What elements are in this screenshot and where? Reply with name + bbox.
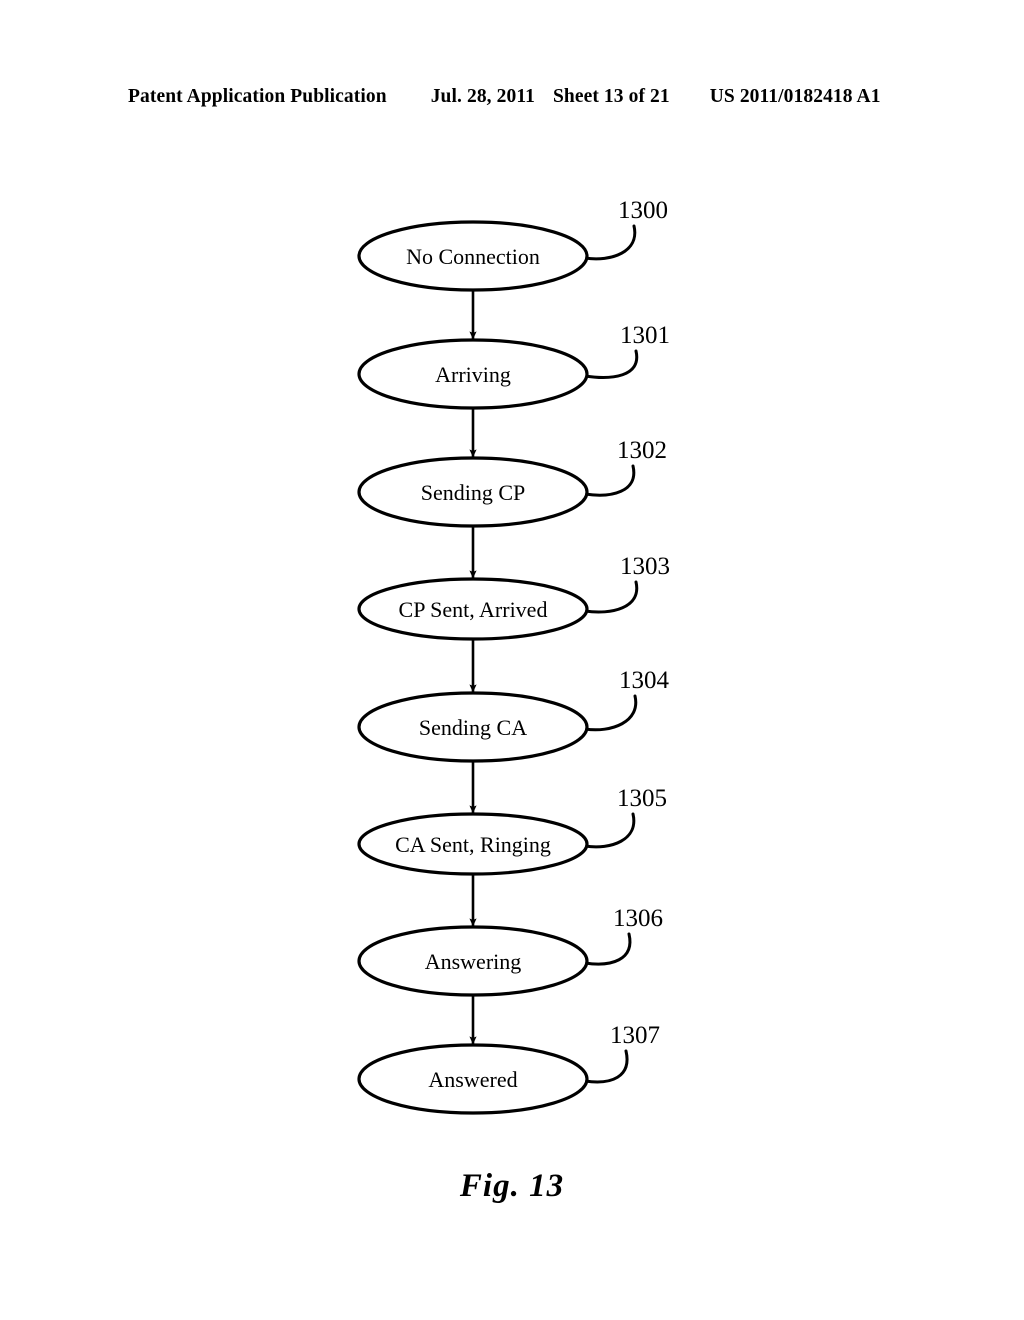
- state-node-label-1306: Answering: [424, 949, 522, 974]
- reference-numeral-1305: 1305: [617, 785, 667, 812]
- header-publication-title: Patent Application Publication: [128, 86, 387, 107]
- page-header: Patent Application Publication Jul. 28, …: [128, 86, 896, 108]
- reference-numeral-1300: 1300: [618, 197, 668, 224]
- header-sheet-number: Sheet 13 of 21: [552, 86, 670, 107]
- reference-numeral-1307: 1307: [610, 1022, 660, 1049]
- state-node-label-1303: CP Sent, Arrived: [398, 597, 548, 622]
- figure-caption: Fig. 13: [459, 1168, 565, 1204]
- reference-numeral-1301: 1301: [620, 322, 670, 349]
- state-node-label-1305: CA Sent, Ringing: [395, 832, 551, 857]
- reference-numeral-1306: 1306: [613, 905, 663, 932]
- header-date: Jul. 28, 2011: [430, 86, 535, 107]
- state-node-label-1301: Arriving: [435, 362, 511, 387]
- state-flow-diagram: [357, 220, 639, 1115]
- diagram-nodes: [357, 220, 589, 1115]
- state-node-label-1300: No Connection: [406, 244, 540, 269]
- reference-numeral-1303: 1303: [620, 553, 670, 580]
- state-node-label-1307: Answered: [428, 1067, 518, 1092]
- state-node-label-1304: Sending CA: [418, 715, 528, 740]
- reference-numeral-1302: 1302: [617, 437, 667, 464]
- reference-numeral-1304: 1304: [619, 667, 669, 694]
- state-node-label-1302: Sending CP: [420, 480, 526, 505]
- header-document-number: US 2011/0182418 A1: [709, 86, 881, 107]
